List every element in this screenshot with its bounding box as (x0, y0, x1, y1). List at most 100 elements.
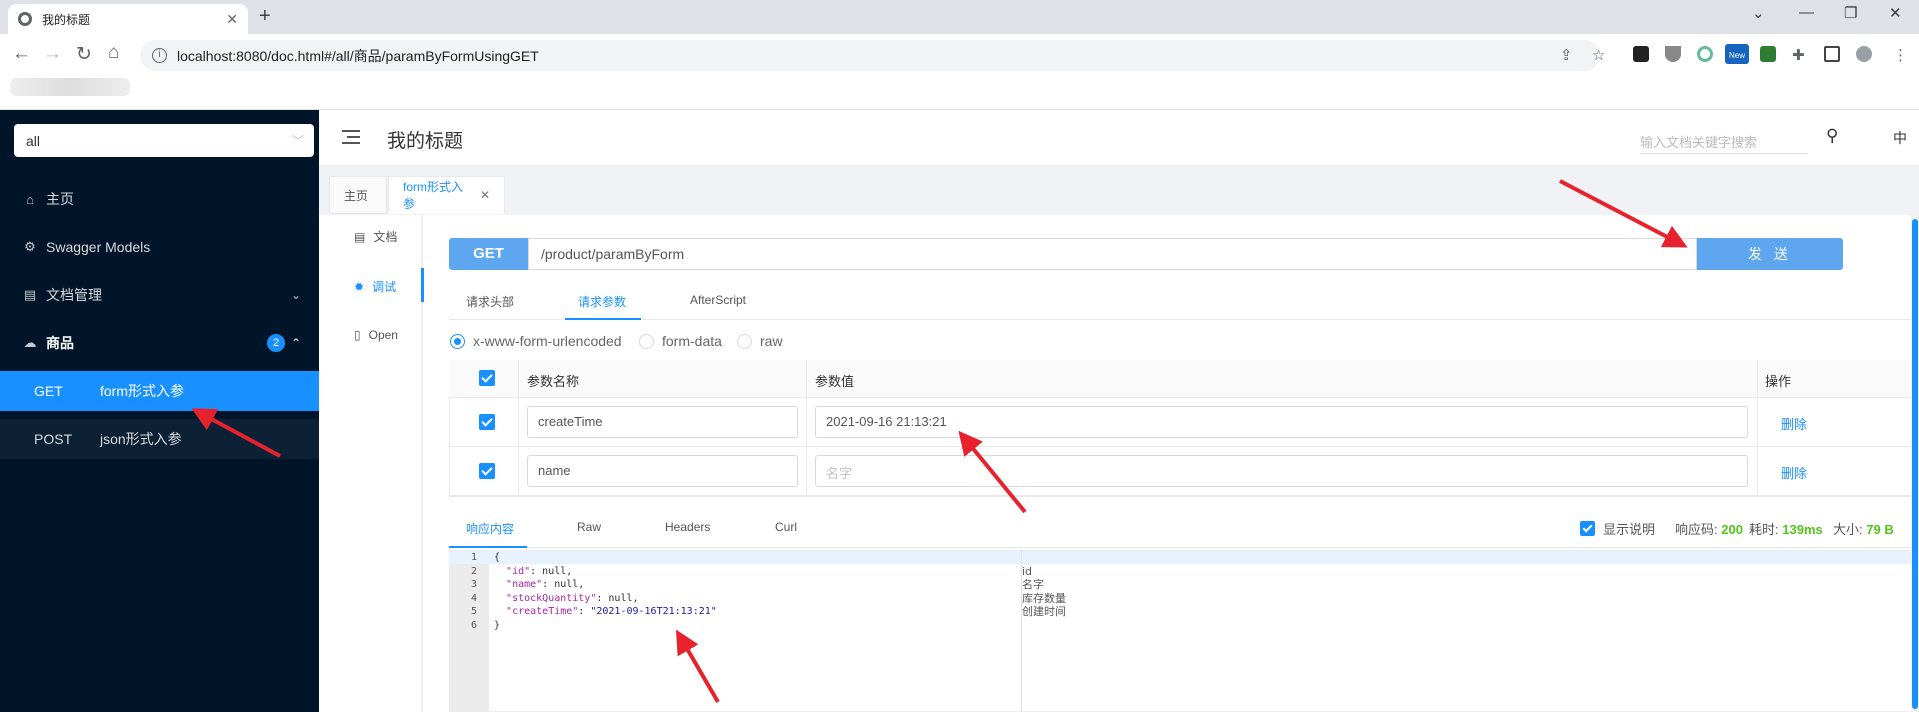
close-window-icon[interactable]: ✕ (1889, 4, 1902, 22)
request-path-input[interactable]: /product/paramByForm (528, 238, 1697, 270)
share-icon[interactable]: ⇪ (1560, 46, 1573, 64)
bookmark-star-icon[interactable]: ☆ (1592, 46, 1605, 64)
row-checkbox[interactable] (479, 463, 495, 479)
tab-form-param[interactable]: form形式入参 ✕ (388, 176, 505, 214)
extension-icon-2[interactable] (1665, 46, 1681, 62)
home-icon: ⌂ (26, 191, 34, 207)
code-line: "id": null, (494, 565, 572, 579)
new-extension-icon[interactable]: New (1725, 44, 1749, 64)
extension-icon-5[interactable] (1760, 46, 1776, 62)
side-tab-open[interactable]: ▯ Open (354, 328, 398, 342)
language-toggle[interactable]: 中 (1893, 128, 1907, 148)
sidepanel-icon[interactable] (1824, 46, 1840, 62)
column-header-value: 参数值 (815, 374, 855, 389)
tab-after-script[interactable]: AfterScript (690, 293, 746, 307)
reload-icon[interactable]: ↻ (76, 43, 92, 66)
puzzle-icon[interactable]: ✚ (1792, 46, 1805, 64)
checkbox[interactable] (1580, 521, 1595, 536)
param-value-input[interactable]: 名字 (815, 455, 1748, 487)
status-code-value: 200 (1721, 522, 1743, 537)
radio-form-data[interactable]: form-data (639, 333, 722, 349)
tab-home[interactable]: 主页 (329, 176, 387, 214)
params-table-header (449, 360, 1919, 398)
search-input[interactable]: 输入文档关键字搜索 (1640, 128, 1808, 154)
scrollbar-thumb[interactable] (1912, 219, 1918, 709)
delete-link[interactable]: 删除 (1781, 414, 1807, 433)
tab-request-params[interactable]: 请求参数 (578, 293, 626, 310)
col-divider (518, 360, 519, 496)
side-tab-label: Open (368, 328, 398, 342)
tab-request-headers[interactable]: 请求头部 (466, 293, 514, 310)
bookmarks-bar (0, 76, 1919, 110)
count-badge: 2 (267, 334, 285, 352)
elapsed-time-label: 耗时: (1749, 522, 1779, 537)
sidebar-item-label: 文档管理 (46, 287, 102, 303)
api-item-get-form[interactable]: GET form形式入参 (0, 371, 319, 411)
browser-tabstrip (0, 0, 1919, 34)
api-item-post-json[interactable]: POST json形式入参 (0, 419, 319, 459)
select-all-checkbox[interactable] (479, 370, 495, 386)
tab-search-icon[interactable]: ⌄ (1752, 4, 1765, 22)
tab-response-raw[interactable]: Raw (577, 520, 601, 534)
tab-response-curl[interactable]: Curl (775, 520, 797, 534)
response-size: 大小: 79 B (1833, 519, 1894, 538)
show-description-toggle[interactable]: 显示说明 (1580, 519, 1655, 538)
line-number: 1 (470, 552, 477, 563)
json-key: "name" (506, 579, 543, 590)
bookmark-blurred[interactable] (10, 78, 130, 96)
row-checkbox[interactable] (479, 414, 495, 430)
site-info-icon[interactable]: i (152, 48, 167, 63)
extension-icon-3[interactable] (1697, 46, 1713, 62)
menu-kebab-icon[interactable]: ⋮ (1893, 46, 1908, 64)
response-editor[interactable] (449, 550, 1919, 712)
menu-toggle-icon[interactable] (342, 130, 360, 146)
globe-icon (18, 12, 32, 26)
param-value-input[interactable]: 2021-09-16 21:13:21 (815, 406, 1748, 438)
page-title: 我的标题 (387, 131, 464, 152)
search-icon[interactable]: ⚲ (1826, 126, 1838, 146)
forward-icon[interactable]: → (43, 43, 62, 65)
elapsed-time: 耗时: 139ms (1749, 519, 1823, 538)
column-header-action: 操作 (1765, 374, 1792, 389)
side-tab-debug[interactable]: ✹ 调试 (354, 278, 396, 295)
profile-avatar-icon[interactable] (1856, 46, 1872, 62)
minimize-icon[interactable]: — (1799, 4, 1814, 21)
home-browser-icon[interactable]: ⌂ (108, 42, 119, 64)
code-line: } (494, 619, 500, 633)
api-method: POST (34, 431, 73, 447)
new-tab-button[interactable]: + (259, 5, 271, 28)
close-icon[interactable]: ✕ (480, 188, 490, 202)
back-icon[interactable]: ← (12, 43, 31, 65)
close-tab-icon[interactable]: ✕ (226, 11, 238, 28)
column-header-name: 参数名称 (527, 374, 580, 389)
delete-link[interactable]: 删除 (1781, 463, 1807, 482)
param-name-input[interactable]: name (527, 455, 798, 487)
sidebar-item-doc-management[interactable]: ▤ 文档管理 ⌄ (0, 271, 319, 319)
request-tabs (449, 282, 1919, 320)
tab-response-headers[interactable]: Headers (665, 520, 710, 534)
sidebar-item-goods[interactable]: ☁ 商品 2 ⌃ (0, 319, 319, 367)
tab-response-content[interactable]: 响应内容 (466, 520, 514, 537)
radio-dot (737, 333, 752, 349)
extension-icon-1[interactable] (1633, 46, 1649, 62)
send-button[interactable]: 发 送 (1697, 238, 1843, 270)
restore-icon[interactable]: ❐ (1844, 4, 1857, 22)
side-tab-doc[interactable]: ▤ 文档 (354, 228, 397, 245)
group-select[interactable]: all ﹀ (14, 124, 314, 157)
code-brace: } (494, 620, 501, 631)
code-line: { (494, 551, 500, 565)
radio-urlencoded[interactable]: x-www-form-urlencoded (450, 333, 622, 349)
gear-icon: ⚙ (24, 239, 36, 254)
json-value: : null, (596, 593, 639, 604)
sidebar-item-home[interactable]: ⌂ 主页 (0, 175, 319, 223)
param-name-input[interactable]: createTime (527, 406, 798, 438)
response-tab-indicator (449, 546, 527, 548)
radio-dot (639, 333, 654, 349)
address-bar[interactable]: i localhost:8080/doc.html#/all/商品/paramB… (140, 40, 1600, 71)
row-divider (449, 446, 1919, 447)
sidebar-item-swagger-models[interactable]: ⚙ Swagger Models (0, 223, 319, 271)
content-scrollbar[interactable] (1911, 215, 1919, 712)
radio-raw[interactable]: raw (737, 333, 783, 349)
browser-tab[interactable]: 我的标题 ✕ (8, 4, 248, 34)
http-method-badge: GET (449, 238, 528, 270)
